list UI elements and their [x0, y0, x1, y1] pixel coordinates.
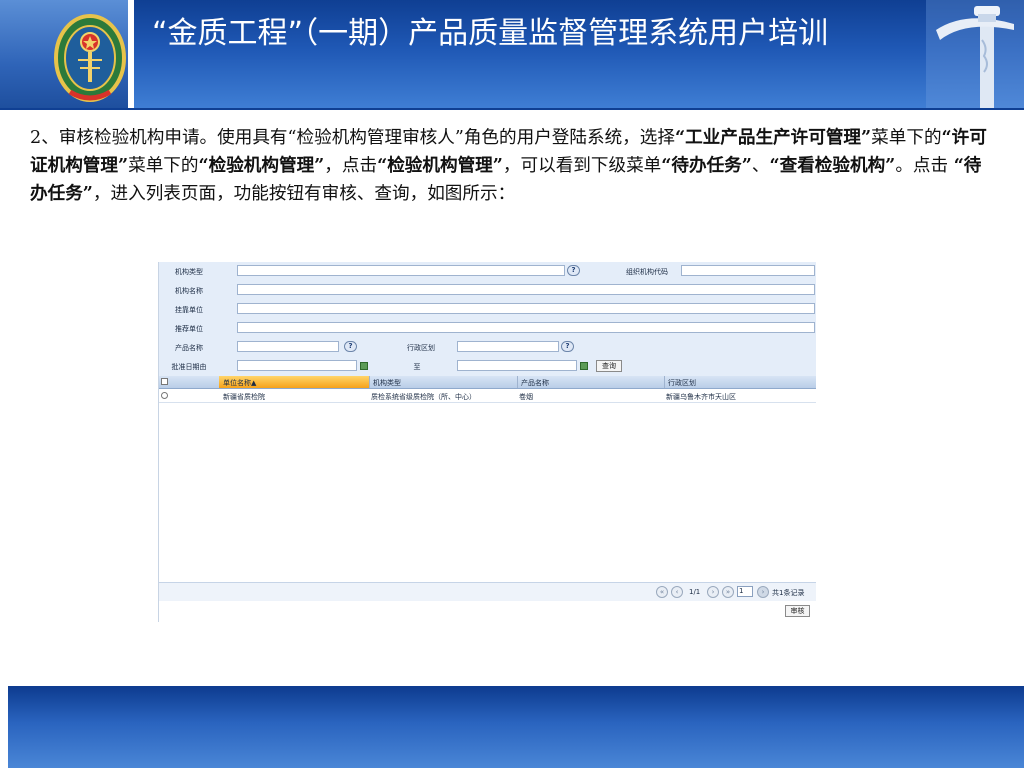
form-row-org-name: 机构名称 [159, 281, 816, 301]
column-divider [664, 376, 665, 388]
approve-date-from-input[interactable] [237, 360, 357, 371]
accept-unit-input[interactable] [237, 303, 815, 314]
prev-page-icon[interactable]: ‹ [671, 586, 683, 598]
calendar-to-icon[interactable] [580, 362, 588, 370]
page-info: 1/1 [689, 588, 701, 596]
total-records: 共1条记录 [772, 589, 805, 597]
region-label: 行政区划 [407, 344, 435, 352]
column-header-unit-name[interactable]: 单位名称▲ [223, 378, 256, 388]
system-screenshot: 机构类型 ? 组织机构代码 机构名称 挂靠单位 推荐单位 产品名称 ? 行政区划… [158, 262, 816, 622]
huabiao-pillar-icon [926, 0, 1024, 108]
instruction-text: 。点击 [895, 156, 954, 176]
slide-footer [0, 686, 1024, 768]
instruction-text: 2、审核检验机构申请。使用具有“检验机构管理审核人”角色的用户登陆系统，选择 [30, 128, 675, 148]
form-row-org-type: 机构类型 ? 组织机构代码 [159, 262, 816, 282]
column-header-product-name[interactable]: 产品名称 [521, 378, 549, 388]
next-page-icon[interactable]: › [707, 586, 719, 598]
slide-title: “金质工程”（一期）产品质量监督管理系统用户培训 [152, 16, 829, 51]
menu-ref-industrial-license: “工业产品生产许可管理” [674, 127, 872, 148]
cell-org-type: 质检系统省级质检院（所、中心） [371, 393, 476, 401]
org-code-input[interactable] [681, 265, 815, 276]
column-header-org-type[interactable]: 机构类型 [373, 378, 401, 388]
org-type-input[interactable] [237, 265, 565, 276]
form-row-accept-unit: 挂靠单位 [159, 300, 816, 320]
instruction-paragraph: 2、审核检验机构申请。使用具有“检验机构管理审核人”角色的用户登陆系统，选择“工… [30, 124, 996, 208]
calendar-from-icon[interactable] [360, 362, 368, 370]
last-page-icon[interactable]: » [722, 586, 734, 598]
column-divider [517, 376, 518, 388]
row-select-radio[interactable] [161, 392, 168, 399]
action-bar: 审核 [159, 601, 816, 622]
footer-edge [0, 686, 8, 768]
org-name-label: 机构名称 [175, 287, 203, 295]
emblem-panel [0, 0, 128, 108]
region-help-icon[interactable]: ? [561, 341, 574, 352]
audit-button[interactable]: 审核 [785, 605, 810, 617]
national-emblem-icon [54, 14, 126, 102]
grid-empty-area [159, 403, 816, 578]
cell-product-name: 卷烟 [519, 393, 533, 401]
first-page-icon[interactable]: « [656, 586, 668, 598]
org-type-help-icon[interactable]: ? [567, 265, 580, 276]
date-to-label: 至 [413, 363, 421, 371]
title-bar: “金质工程”（一期）产品质量监督管理系统用户培训 [134, 0, 1024, 108]
header-divider [0, 108, 1024, 110]
accept-unit-label: 挂靠单位 [175, 306, 203, 314]
grid-header: 单位名称▲ 机构类型 产品名称 行政区划 [159, 376, 816, 389]
instruction-text: 菜单下的 [128, 156, 199, 176]
instruction-text: ，进入列表页面，功能按钮有审核、查询，如图所示： [92, 184, 516, 204]
recommend-unit-input[interactable] [237, 322, 815, 333]
approve-date-label: 批准日期由 [171, 363, 207, 371]
org-name-input[interactable] [237, 284, 815, 295]
pager: « ‹ 1/1 › » 1 › 共1条记录 [159, 582, 816, 601]
org-code-label: 组织机构代码 [626, 268, 668, 276]
form-row-product: 产品名称 ? 行政区划 ? [159, 338, 816, 358]
instruction-text: 菜单下的 [871, 128, 942, 148]
recommend-unit-label: 推荐单位 [175, 325, 203, 333]
menu-ref-view-org: “查看检验机构” [769, 155, 896, 176]
instruction-text: 、 [751, 156, 770, 176]
menu-ref-todo: “待办任务” [661, 155, 752, 176]
menu-ref-inspection-org: “检验机构管理” [198, 155, 325, 176]
slide-header: “金质工程”（一期）产品质量监督管理系统用户培训 [0, 0, 1024, 110]
instruction-text: ，点击 [324, 156, 378, 176]
instruction-text: ，可以看到下级菜单 [502, 156, 662, 176]
form-row-approve-date: 批准日期由 至 查询 [159, 357, 816, 377]
form-row-recommend-unit: 推荐单位 [159, 319, 816, 339]
product-name-input[interactable] [237, 341, 339, 352]
menu-ref-inspection-org: “检验机构管理” [377, 155, 503, 176]
org-type-label: 机构类型 [175, 268, 203, 276]
query-button[interactable]: 查询 [596, 360, 622, 372]
go-page-icon[interactable]: › [757, 586, 769, 598]
product-name-label: 产品名称 [175, 344, 203, 352]
page-number-input[interactable]: 1 [737, 586, 753, 597]
table-row[interactable]: 新疆省质检院 质检系统省级质检院（所、中心） 卷烟 新疆乌鲁木齐市天山区 [159, 389, 816, 403]
cell-region: 新疆乌鲁木齐市天山区 [666, 393, 736, 401]
select-all-checkbox[interactable] [161, 378, 168, 385]
column-header-region[interactable]: 行政区划 [668, 378, 696, 388]
cell-unit-name: 新疆省质检院 [223, 393, 265, 401]
approve-date-to-input[interactable] [457, 360, 577, 371]
column-divider [369, 376, 370, 388]
product-help-icon[interactable]: ? [344, 341, 357, 352]
region-input[interactable] [457, 341, 559, 352]
